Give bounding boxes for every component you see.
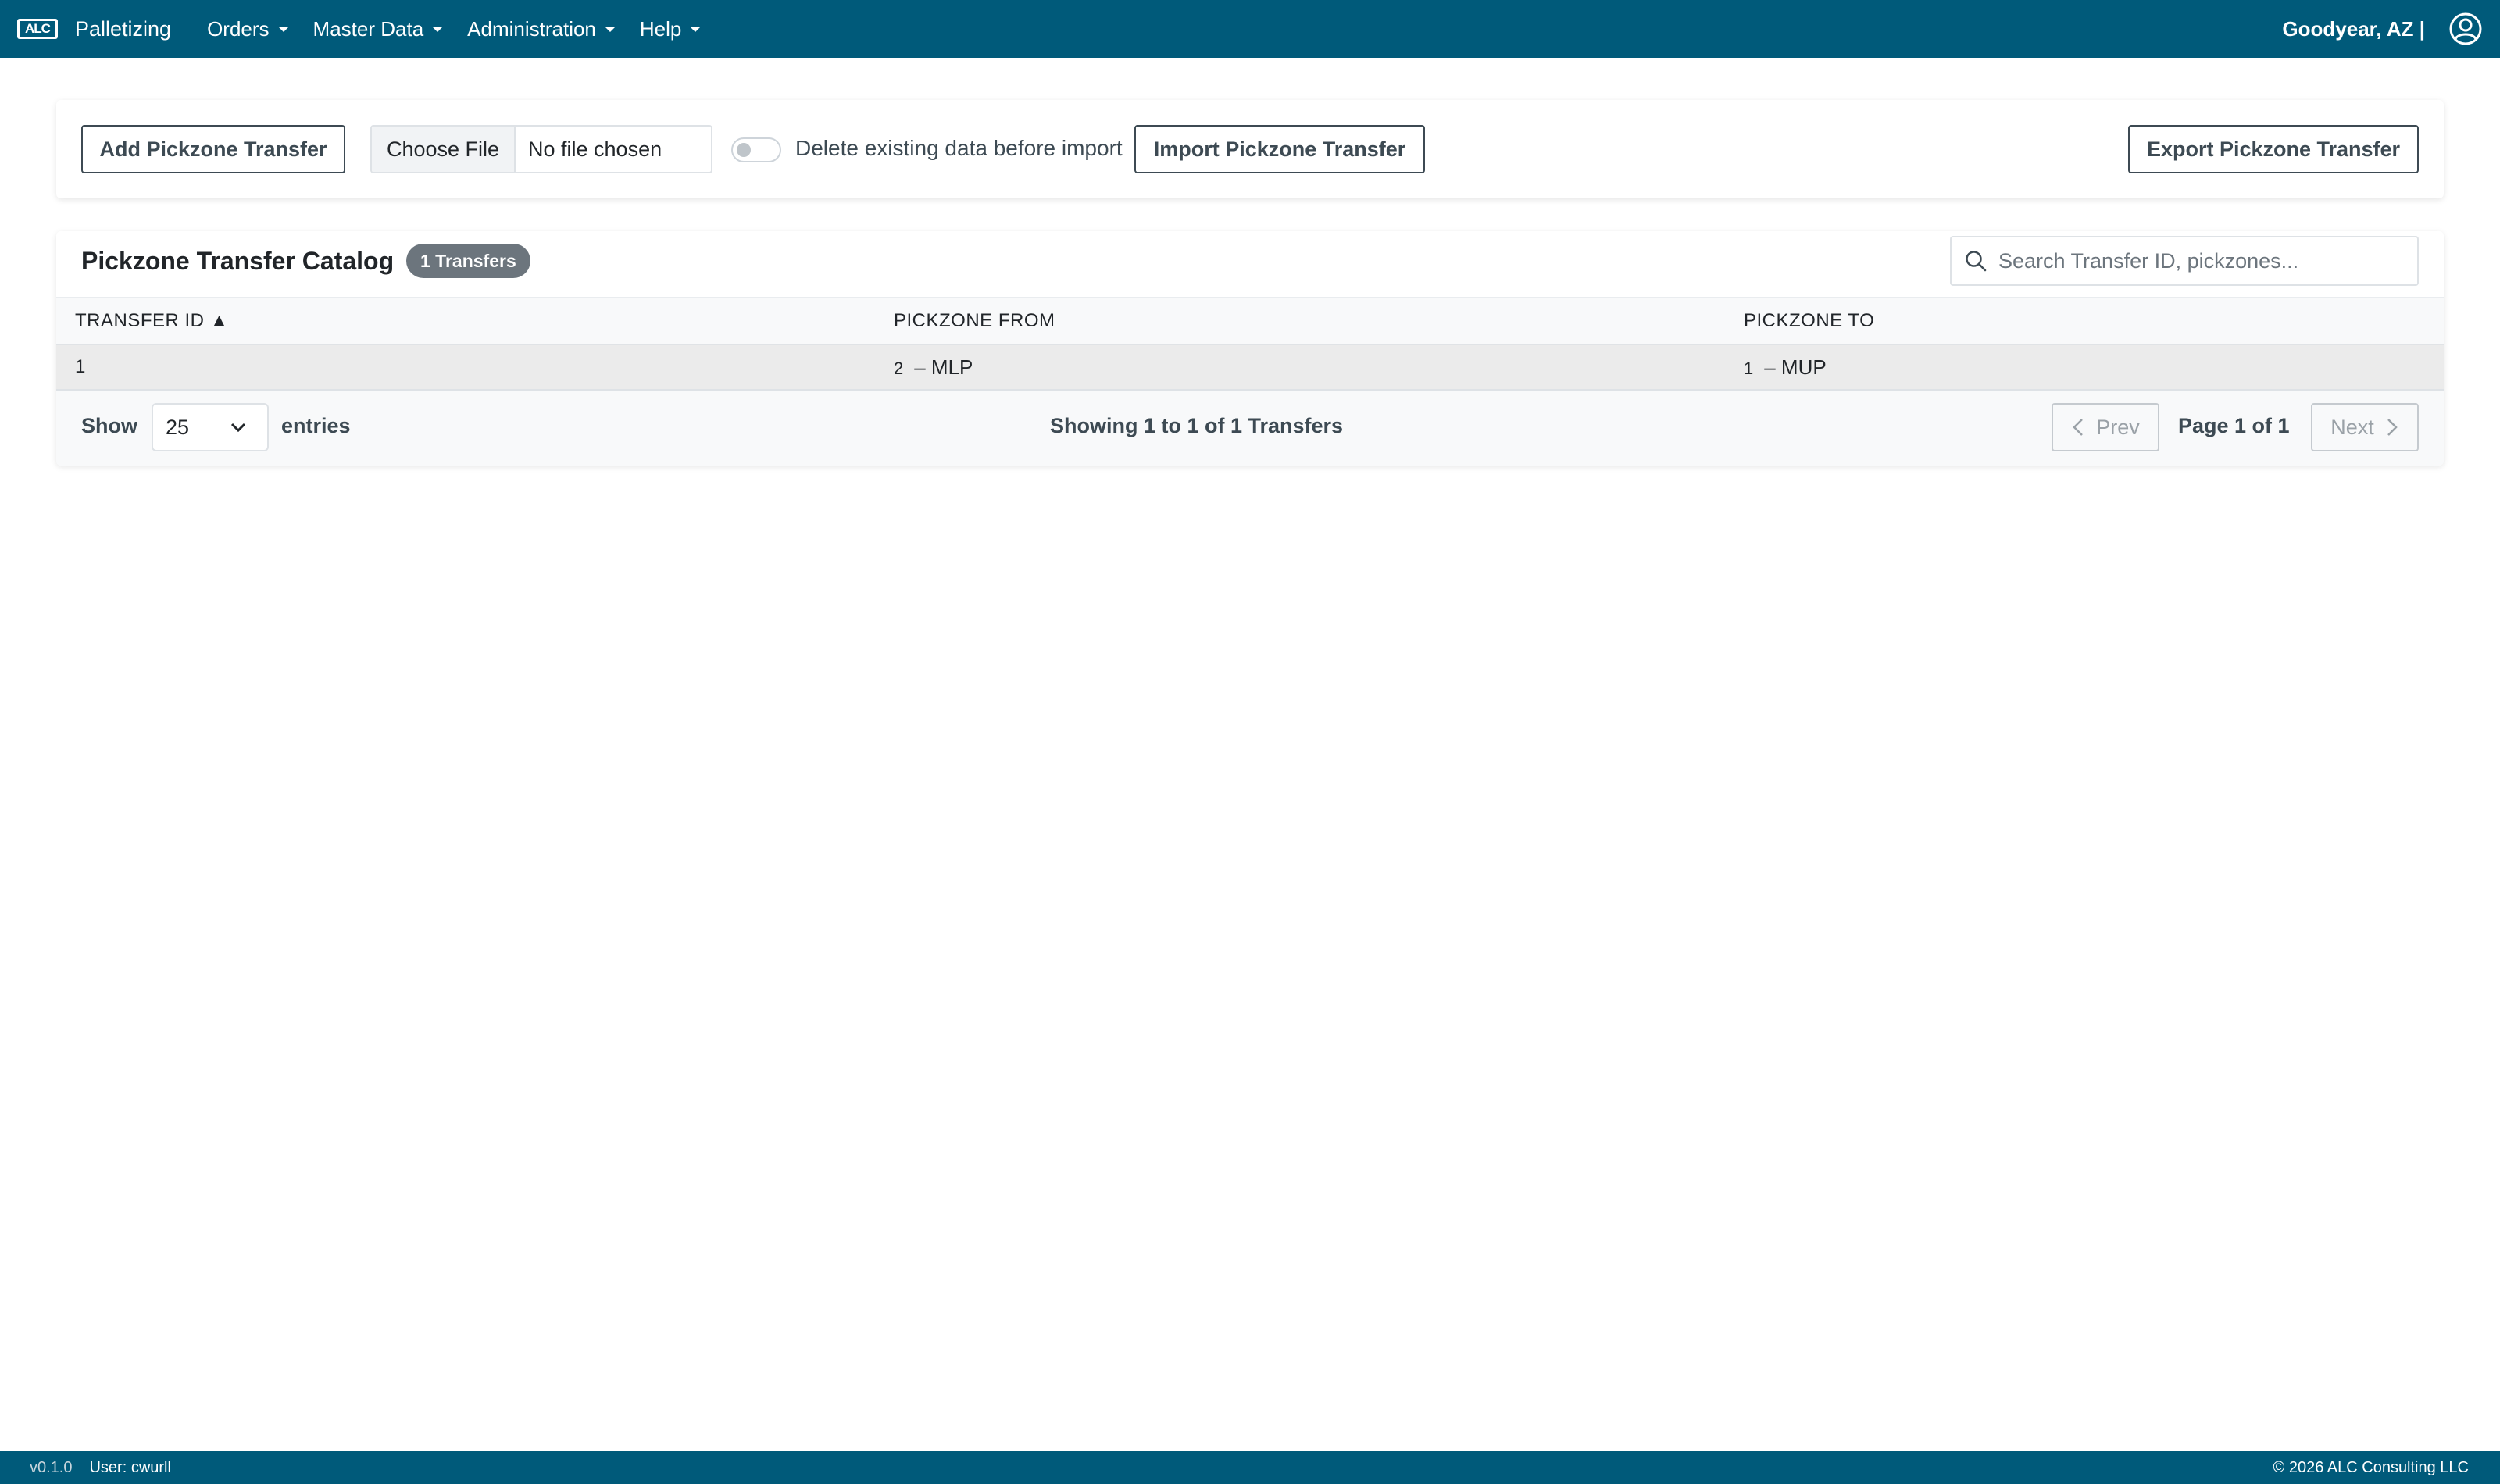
menu-orders-label: Orders [207, 16, 270, 41]
user-label: User: cwurll [89, 1458, 171, 1476]
cell-pickzone-from: 2 – MLP [894, 345, 973, 389]
page-size-select[interactable]: 25 [152, 403, 269, 451]
import-pickzone-transfer-button[interactable]: Import Pickzone Transfer [1134, 125, 1425, 173]
copyright-label: © 2026 ALC Consulting LLC [2273, 1458, 2469, 1476]
column-header-pickzone-to[interactable]: PICKZONE TO [1744, 298, 1874, 344]
alc-logo: ALC [17, 19, 58, 39]
column-header-transfer-id[interactable]: TRANSFER ID ▲ [75, 298, 229, 344]
toolbar-card: Add Pickzone Transfer Choose File No fil… [56, 100, 2444, 198]
menu-orders[interactable]: Orders [207, 17, 288, 41]
main-menu: Orders Master Data Administration Help [207, 17, 725, 41]
table-footer: Show 25 entries Showing 1 to 1 of 1 Tran… [56, 391, 2444, 466]
footer-bar: v0.1.0 User: cwurll © 2026 ALC Consultin… [0, 1451, 2500, 1484]
choose-file-button[interactable]: Choose File [372, 127, 516, 172]
version-label: v0.1.0 [30, 1458, 73, 1476]
search-icon [1966, 251, 1987, 272]
page-info: Page 1 of 1 [2178, 414, 2290, 437]
chevron-left-icon [2073, 419, 2084, 436]
file-status: No file chosen [528, 137, 662, 161]
pickzone-to-number: 1 [1744, 359, 1754, 378]
menu-help-label: Help [639, 16, 682, 41]
toggle-knob [737, 143, 751, 157]
menu-help[interactable]: Help [639, 16, 701, 41]
catalog-title: Pickzone Transfer Catalog [81, 247, 395, 275]
top-navbar: ALC Palletizing Orders Master Data Admin… [0, 0, 2500, 58]
show-label: Show [81, 414, 138, 437]
caret-down-icon [433, 27, 443, 32]
chevron-right-icon [2387, 419, 2398, 436]
showing-summary: Showing 1 to 1 of 1 Transfers [1050, 414, 1344, 437]
caret-down-icon [278, 27, 288, 32]
pickzone-from-name: – MLP [914, 355, 973, 379]
entries-label: entries [281, 414, 351, 437]
chevron-down-icon [230, 423, 246, 433]
app-title[interactable]: Palletizing [75, 17, 171, 41]
pickzone-to-name: – MUP [1764, 355, 1827, 379]
file-input[interactable]: Choose File No file chosen [370, 125, 712, 173]
catalog-card: Pickzone Transfer Catalog 1 Transfers TR… [56, 231, 2444, 466]
menu-master-data[interactable]: Master Data [313, 17, 443, 41]
export-pickzone-transfer-button[interactable]: Export Pickzone Transfer [2128, 125, 2419, 173]
search-box [1950, 236, 2419, 286]
delete-existing-toggle[interactable] [731, 137, 781, 162]
transfer-count-badge: 1 Transfers [406, 244, 530, 278]
location-label[interactable]: Goodyear, AZ | [2282, 17, 2425, 41]
brand[interactable]: ALC Palletizing [17, 17, 171, 41]
caret-down-icon [605, 27, 615, 32]
menu-administration[interactable]: Administration [467, 17, 615, 41]
caret-down-icon [691, 27, 701, 32]
add-pickzone-transfer-button[interactable]: Add Pickzone Transfer [81, 125, 345, 173]
menu-master-data-label: Master Data [312, 16, 424, 41]
cell-transfer-id: 1 [75, 356, 86, 377]
next-label: Next [2330, 415, 2374, 439]
table-header: TRANSFER ID ▲ PICKZONE FROM PICKZONE TO [56, 297, 2444, 345]
delete-existing-label: Delete existing data before import [795, 136, 1123, 160]
pickzone-from-number: 2 [894, 359, 904, 378]
prev-label: Prev [2096, 415, 2140, 439]
cell-pickzone-to: 1 – MUP [1744, 345, 1827, 389]
table-row[interactable]: 1 2 – MLP 1 – MUP [56, 345, 2444, 391]
column-header-pickzone-from[interactable]: PICKZONE FROM [894, 298, 1055, 344]
next-page-button[interactable]: Next [2311, 403, 2419, 451]
menu-administration-label: Administration [467, 16, 596, 41]
header-right: Goodyear, AZ | [2282, 0, 2483, 58]
prev-page-button[interactable]: Prev [2052, 403, 2159, 451]
page-size-value: 25 [166, 415, 190, 439]
user-circle-icon[interactable] [2448, 12, 2483, 46]
search-input[interactable] [1998, 248, 2405, 273]
